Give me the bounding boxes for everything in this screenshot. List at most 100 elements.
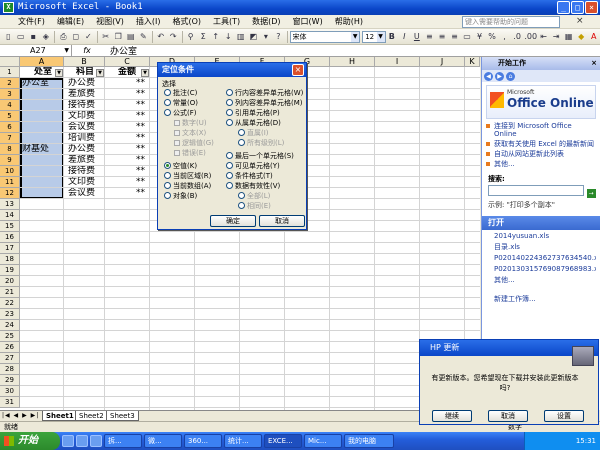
goto-option[interactable]: 公式(F)	[164, 109, 197, 118]
goto-option[interactable]: 行内容差异单元格(W)	[226, 89, 303, 98]
row-header[interactable]: 2	[0, 78, 20, 89]
underline-icon[interactable]: U	[412, 31, 423, 43]
filter-dropdown-icon[interactable]: ▼	[55, 69, 63, 77]
forward-icon[interactable]: ▶	[495, 71, 504, 81]
menu-format[interactable]: 格式(O)	[166, 15, 207, 29]
spelling-icon[interactable]: ✓	[83, 31, 94, 43]
column-header[interactable]: A	[20, 57, 64, 67]
sort-desc-icon[interactable]: ↓	[223, 31, 234, 43]
goto-option[interactable]: 直属(I)	[238, 129, 269, 138]
goto-option[interactable]: 数字(U)	[174, 119, 207, 128]
column-header[interactable]: K	[465, 57, 480, 67]
column-header[interactable]: H	[330, 57, 375, 67]
row-header[interactable]: 9	[0, 155, 20, 166]
help-icon[interactable]: ?	[273, 31, 284, 43]
taskbar-item[interactable]: 拆...	[104, 434, 142, 448]
hyperlink-icon[interactable]: ⚲	[185, 31, 196, 43]
row-header[interactable]: 30	[0, 386, 20, 397]
goto-option[interactable]: 错误(E)	[174, 149, 206, 158]
goto-option[interactable]: 文本(X)	[174, 129, 206, 138]
row-header[interactable]: 17	[0, 243, 20, 254]
borders-icon[interactable]: ▦	[563, 31, 574, 43]
quicklaunch-icon[interactable]	[90, 435, 102, 447]
menu-insert[interactable]: 插入(I)	[130, 15, 167, 29]
row-header[interactable]: 20	[0, 276, 20, 287]
link-auto-update[interactable]: 自动从网站更新此列表	[486, 150, 596, 158]
settings-button[interactable]: 设置	[544, 410, 584, 422]
row-header[interactable]: 8	[0, 144, 20, 155]
filter-dropdown-icon[interactable]: ▼	[96, 69, 104, 77]
goto-option[interactable]: 可见单元格(Y)	[226, 162, 280, 171]
goto-option[interactable]: 引用单元格(P)	[226, 109, 280, 118]
menu-file[interactable]: 文件(F)	[12, 15, 51, 29]
row-header[interactable]: 14	[0, 210, 20, 221]
recent-file[interactable]: 目录.xls	[494, 243, 596, 252]
paste-icon[interactable]: ▤	[126, 31, 137, 43]
goto-option[interactable]: 空值(K)	[164, 162, 197, 171]
goto-option[interactable]: 当前数组(A)	[164, 182, 211, 191]
close-button[interactable]: ×	[585, 1, 598, 14]
row-header[interactable]: 29	[0, 375, 20, 386]
row-header[interactable]: 6	[0, 122, 20, 133]
continue-button[interactable]: 继续	[432, 410, 472, 422]
font-color-icon[interactable]: A	[589, 31, 600, 43]
menu-tools[interactable]: 工具(T)	[207, 15, 246, 29]
goto-option[interactable]: 条件格式(T)	[226, 172, 273, 181]
open-icon[interactable]: ▭	[16, 31, 27, 43]
row-header[interactable]: 28	[0, 364, 20, 375]
dialog-close-button[interactable]: ×	[292, 64, 304, 76]
goto-option[interactable]: 对象(B)	[164, 192, 197, 201]
name-box[interactable]: A27 ▼	[0, 44, 72, 57]
goto-option[interactable]: 全部(L)	[238, 192, 270, 201]
cut-icon[interactable]: ✂	[100, 31, 111, 43]
column-header[interactable]: B	[64, 57, 105, 67]
taskbar-item[interactable]: EXCE...	[264, 434, 302, 448]
column-header[interactable]: C	[105, 57, 150, 67]
goto-option[interactable]: 相同(E)	[238, 202, 271, 211]
clock[interactable]: 15:31	[576, 437, 596, 445]
undo-icon[interactable]: ↶	[155, 31, 166, 43]
menu-window[interactable]: 窗口(W)	[287, 15, 329, 29]
taskbar-item[interactable]: 统计...	[224, 434, 262, 448]
align-center-icon[interactable]: ≡	[437, 31, 448, 43]
outdent-icon[interactable]: ⇥	[551, 31, 562, 43]
copy-icon[interactable]: ❐	[113, 31, 124, 43]
row-header[interactable]: 4	[0, 100, 20, 111]
format-painter-icon[interactable]: ✎	[138, 31, 149, 43]
recent-file[interactable]: P020140224362737634540.xls	[494, 254, 596, 263]
row-header[interactable]: 7	[0, 133, 20, 144]
autosum-icon[interactable]: Σ	[198, 31, 209, 43]
new-icon[interactable]: ▯	[3, 31, 14, 43]
column-header[interactable]: J	[420, 57, 465, 67]
menu-data[interactable]: 数据(D)	[246, 15, 286, 29]
sheet-nav-icons[interactable]: |◀ ◀ ▶ ▶|	[2, 412, 39, 419]
indent-icon[interactable]: ⇤	[538, 31, 549, 43]
cancel-button[interactable]: 取消	[259, 215, 305, 227]
percent-icon[interactable]: %	[487, 31, 498, 43]
goto-option[interactable]: 所有级别(L)	[238, 139, 284, 148]
menu-help[interactable]: 帮助(H)	[329, 15, 369, 29]
increase-decimal-icon[interactable]: .0	[512, 31, 523, 43]
italic-icon[interactable]: I	[399, 31, 410, 43]
search-input[interactable]	[488, 185, 584, 196]
maximize-button[interactable]: □	[571, 1, 584, 14]
row-header[interactable]: 31	[0, 397, 20, 408]
align-left-icon[interactable]: ≡	[424, 31, 435, 43]
function-icon[interactable]: fx	[72, 46, 102, 55]
home-icon[interactable]: ⌂	[506, 71, 515, 81]
row-header[interactable]: 24	[0, 320, 20, 331]
taskbar-item[interactable]: 微...	[144, 434, 182, 448]
link-more[interactable]: 其他...	[486, 160, 596, 168]
column-header[interactable]: I	[375, 57, 420, 67]
minimize-button[interactable]: _	[557, 1, 570, 14]
merge-center-icon[interactable]: ▭	[462, 31, 473, 43]
row-header[interactable]: 26	[0, 342, 20, 353]
sheet-tab[interactable]: Sheet3	[106, 411, 139, 421]
quicklaunch-icon[interactable]	[76, 435, 88, 447]
formula-input[interactable]: 办公室	[102, 44, 137, 57]
goto-option[interactable]: 列内容差异单元格(M)	[226, 99, 303, 108]
currency-icon[interactable]: ¥	[474, 31, 485, 43]
goto-option[interactable]: 批注(C)	[164, 89, 197, 98]
font-size-select[interactable]: 12 ▼	[362, 30, 386, 43]
font-name-select[interactable]: 宋体 ▼	[289, 30, 361, 43]
